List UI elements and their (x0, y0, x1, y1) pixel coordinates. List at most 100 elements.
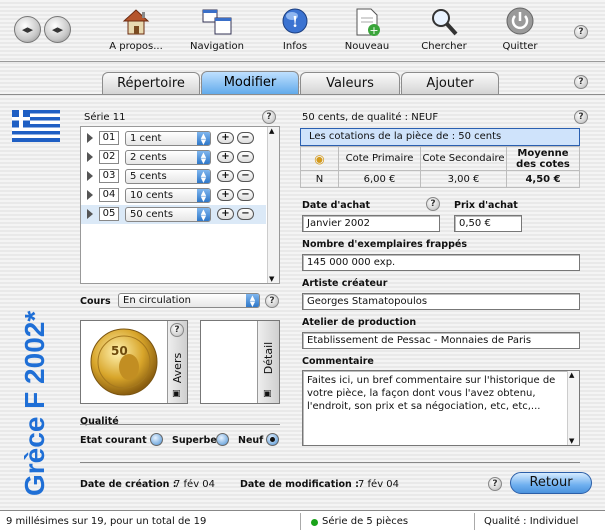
back-arrows-button[interactable]: ◂▸ (14, 16, 41, 43)
disclosure-triangle-icon[interactable] (87, 209, 93, 219)
coin-symbol-cell: ◉ (300, 146, 339, 171)
row-number: 03 (99, 169, 119, 183)
radio-neuf[interactable] (266, 433, 279, 446)
series-title: Série 11 (84, 112, 126, 123)
help-icon[interactable]: ? (488, 477, 502, 491)
status-middle: Série de 5 pièces (322, 516, 409, 527)
detail-image-well[interactable]: Détail ▣ (200, 320, 280, 404)
toolbar-chercher-button[interactable]: Chercher (414, 6, 474, 52)
radio-etat-courant[interactable] (150, 433, 163, 446)
tab-valeurs[interactable]: Valeurs (300, 72, 400, 94)
toolbar-apropos-button[interactable]: A propos... (104, 6, 168, 52)
remove-button[interactable]: − (237, 151, 254, 163)
value-select[interactable]: 5 cents ▲ ▼ (125, 169, 211, 184)
scroll-up-icon[interactable]: ▲ (569, 371, 574, 379)
modification-label: Date de modification : (240, 479, 359, 490)
toolbar-label: Quitter (502, 41, 538, 52)
retour-button[interactable]: Retour (510, 472, 592, 494)
cours-select[interactable]: En circulation ▲ ▼ (118, 293, 260, 308)
help-icon[interactable]: ? (574, 110, 588, 124)
value-select[interactable]: 1 cent ▲ ▼ (125, 131, 211, 146)
remove-button[interactable]: − (237, 170, 254, 182)
tab-modifier[interactable]: Modifier (201, 71, 299, 95)
qualite-option-label: Etat courant (80, 435, 147, 446)
row-label: N (300, 170, 339, 188)
series-row[interactable]: 02 2 cents ▲ ▼ + − (81, 148, 266, 167)
camera-icon[interactable]: ▣ (263, 389, 272, 399)
add-button[interactable]: + (217, 208, 234, 220)
qualite-title: Qualité (80, 416, 119, 427)
disclosure-triangle-icon[interactable] (87, 190, 93, 200)
help-icon[interactable]: ? (170, 323, 184, 337)
power-icon (504, 6, 536, 38)
modification-date: 7 fév 04 (358, 479, 400, 490)
updown-arrow-icon: ▲ ▼ (246, 294, 259, 308)
series-row[interactable]: 03 5 cents ▲ ▼ + − (81, 167, 266, 186)
divider (80, 424, 280, 425)
toolbar-quitter-button[interactable]: Quitter (498, 6, 542, 52)
date-achat-field[interactable]: Janvier 2002 (302, 215, 440, 232)
scroll-down-icon[interactable]: ▼ (269, 275, 274, 283)
tab-ajouter[interactable]: Ajouter (401, 72, 499, 94)
radio-superbe[interactable] (216, 433, 229, 446)
col-header: Cote Primaire (338, 146, 421, 171)
add-button[interactable]: + (217, 170, 234, 182)
cote-primaire: 6,00 € (338, 170, 421, 188)
add-button[interactable]: + (217, 132, 234, 144)
updown-arrow-icon: ▲ ▼ (197, 170, 210, 184)
add-button[interactable]: + (217, 189, 234, 201)
windows-icon (201, 6, 233, 38)
series-scrollbar[interactable]: ▲ ▼ (267, 127, 279, 283)
prix-achat-label: Prix d'achat (454, 200, 518, 211)
help-icon[interactable]: ? (265, 294, 279, 308)
svg-text:+: + (369, 24, 378, 37)
series-row-selected[interactable]: 05 50 cents ▲ ▼ + − (81, 205, 266, 224)
divider (80, 462, 580, 463)
help-icon[interactable]: ? (574, 25, 588, 39)
help-icon[interactable]: ? (262, 110, 276, 124)
col-header: Moyenne des cotes (506, 146, 580, 171)
updown-arrow-icon: ▲ ▼ (197, 132, 210, 146)
avers-image-well[interactable]: 50 ? Avers ▣ (80, 320, 188, 404)
remove-button[interactable]: − (237, 189, 254, 201)
toolbar-infos-button[interactable]: ! Infos (276, 6, 314, 52)
toolbar-label: Navigation (190, 41, 244, 52)
artiste-field[interactable]: Georges Stamatopoulos (302, 293, 580, 310)
exemplaires-field[interactable]: 145 000 000 exp. (302, 254, 580, 271)
commentaire-scrollbar[interactable]: ▲ ▼ (567, 371, 579, 445)
tab-repertoire[interactable]: Répertoire (102, 72, 200, 94)
help-icon[interactable]: ? (574, 75, 588, 89)
value-select[interactable]: 2 cents ▲ ▼ (125, 150, 211, 165)
commentaire-textarea[interactable]: Faites ici, un bref commentaire sur l'hi… (302, 370, 580, 446)
qualite-option-label: Neuf (238, 435, 264, 446)
disclosure-triangle-icon[interactable] (87, 133, 93, 143)
forward-arrows-button[interactable]: ◂▸ (44, 16, 71, 43)
side-title: Grèce F 2002* (19, 310, 50, 496)
scroll-down-icon[interactable]: ▼ (569, 437, 574, 445)
help-icon[interactable]: ? (426, 197, 440, 211)
atelier-field[interactable]: Etablissement de Pessac - Monnaies de Pa… (302, 332, 580, 349)
prix-achat-field[interactable]: 0,50 € (454, 215, 522, 232)
detail-side-strip: Détail ▣ (257, 321, 279, 403)
camera-icon[interactable]: ▣ (172, 389, 181, 399)
info-icon: ! (279, 6, 311, 38)
cours-value: En circulation (123, 295, 191, 306)
value-select[interactable]: 10 cents ▲ ▼ (125, 188, 211, 203)
remove-button[interactable]: − (237, 132, 254, 144)
house-icon (120, 6, 152, 38)
scroll-up-icon[interactable]: ▲ (269, 127, 274, 135)
toolbar-navigation-button[interactable]: Navigation (184, 6, 250, 52)
creation-date: 7 fév 04 (174, 479, 216, 490)
disclosure-triangle-icon[interactable] (87, 152, 93, 162)
qualite-option-label: Superbe (172, 435, 217, 446)
coin-image: 50 (89, 327, 159, 397)
toolbar-nouveau-button[interactable]: + Nouveau (338, 6, 396, 52)
value-text: 10 cents (130, 190, 174, 201)
add-button[interactable]: + (217, 151, 234, 163)
disclosure-triangle-icon[interactable] (87, 171, 93, 181)
series-row[interactable]: 01 1 cent ▲ ▼ + − (81, 129, 266, 148)
series-row[interactable]: 04 10 cents ▲ ▼ + − (81, 186, 266, 205)
remove-button[interactable]: − (237, 208, 254, 220)
value-select[interactable]: 50 cents ▲ ▼ (125, 207, 211, 222)
side-title-container: Grèce F 2002* (14, 248, 50, 498)
